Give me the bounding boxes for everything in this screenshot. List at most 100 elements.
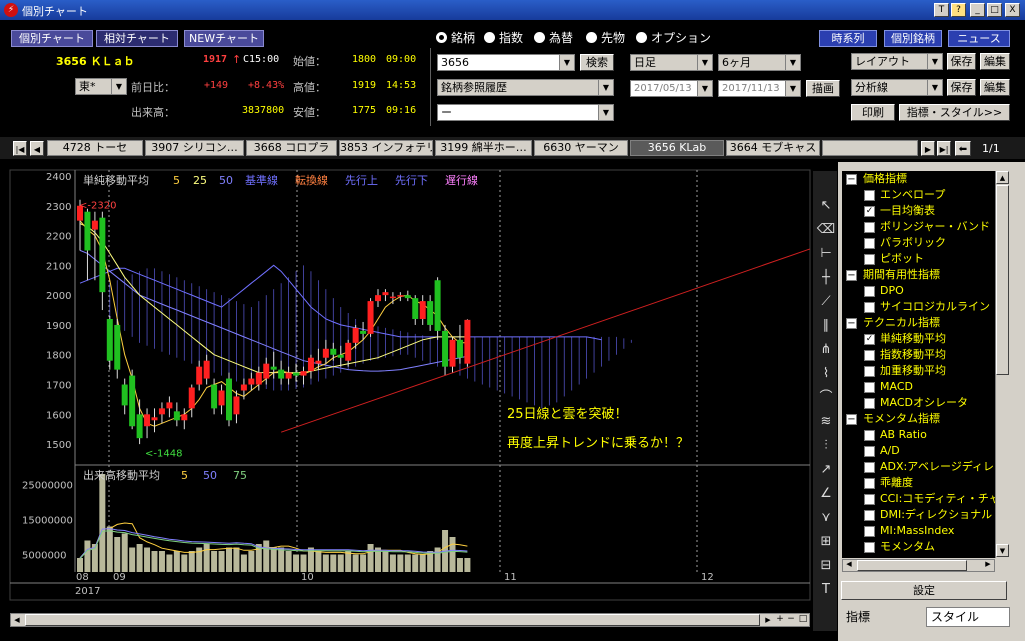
- tree-item[interactable]: 加重移動平均: [864, 363, 946, 379]
- symbol-tab[interactable]: 3664 モブキャス: [726, 140, 820, 156]
- time-series-button[interactable]: 時系列: [819, 30, 877, 47]
- chart-scroll-thumb[interactable]: [25, 614, 760, 626]
- symbol-tab[interactable]: 3668 コロプラ: [246, 140, 337, 156]
- checkbox-icon[interactable]: [864, 429, 875, 441]
- scroll-down-icon[interactable]: ▼: [996, 544, 1009, 557]
- checkbox-icon[interactable]: [864, 253, 875, 265]
- angle-icon[interactable]: ∠: [816, 484, 836, 504]
- eraser-icon[interactable]: ⌫: [816, 220, 836, 240]
- scroll-right-icon[interactable]: ▶: [982, 560, 994, 571]
- settings-button[interactable]: 設定: [841, 581, 1007, 600]
- text-icon[interactable]: T: [816, 580, 836, 600]
- period-select[interactable]: 日足 ▼: [630, 54, 713, 71]
- help-button[interactable]: ?: [951, 3, 966, 17]
- date-from-input[interactable]: 2017/05/13 ▼: [630, 80, 713, 97]
- checkbox-icon[interactable]: [864, 221, 875, 233]
- hscroll-thumb[interactable]: [857, 560, 967, 571]
- radio-4[interactable]: オプション: [636, 29, 711, 46]
- indicator-style-button[interactable]: 指標・スタイル>>: [899, 104, 1010, 121]
- zoom-in-icon[interactable]: +: [775, 614, 785, 626]
- symbol-input[interactable]: 3656 ▼: [437, 54, 575, 71]
- ray-icon[interactable]: ↗: [816, 460, 836, 480]
- checkbox-icon[interactable]: [864, 397, 875, 409]
- radio-2[interactable]: 為替: [534, 29, 573, 46]
- individual-stock-button[interactable]: 個別銘柄: [884, 30, 942, 47]
- checkbox-icon[interactable]: [864, 445, 875, 457]
- collapse-icon[interactable]: −: [846, 269, 857, 281]
- minimize-button[interactable]: _: [970, 3, 985, 17]
- checkbox-icon[interactable]: [864, 477, 875, 489]
- layout-select[interactable]: レイアウト ▼: [851, 53, 943, 70]
- chart-hscrollbar[interactable]: ◀ ▶ + − □: [10, 613, 810, 627]
- tool-t-button[interactable]: T: [934, 3, 949, 17]
- tab-style[interactable]: スタイル: [926, 607, 1010, 627]
- tree-item[interactable]: ✓ 単純移動平均: [864, 331, 946, 347]
- checkbox-icon[interactable]: [864, 189, 875, 201]
- tree-item[interactable]: DPO: [864, 283, 904, 299]
- tree-vscrollbar[interactable]: ▲ ▼: [995, 171, 1009, 558]
- parallel-line-icon[interactable]: ∥: [816, 316, 836, 336]
- tree-item[interactable]: 指数移動平均: [864, 347, 946, 363]
- pitchfork-icon[interactable]: ⋎: [816, 508, 836, 528]
- checkbox-icon[interactable]: [864, 509, 875, 521]
- checkbox-icon[interactable]: [864, 285, 875, 297]
- tree-hscrollbar[interactable]: ◀ ▶: [842, 559, 995, 572]
- tree-item[interactable]: 乖離度: [864, 475, 913, 491]
- symbol-tab[interactable]: 3907 シリコン…: [145, 140, 244, 156]
- checkbox-icon[interactable]: [864, 525, 875, 537]
- price-volume-chart[interactable]: 2400 2300 2200 2100 2000 1900 1800 1700 1600 1500…: [0, 162, 838, 640]
- checkbox-checked-icon[interactable]: ✓: [864, 205, 875, 217]
- symbol-tab[interactable]: 6630 ヤーマン: [534, 140, 628, 156]
- radio-0[interactable]: 銘柄: [436, 29, 475, 46]
- symbol-tab[interactable]: 4728 トーセ: [47, 140, 143, 156]
- tab-indicator[interactable]: 指標: [840, 607, 922, 627]
- tree-item[interactable]: ADX:アベレージディレ: [864, 459, 994, 475]
- last-tab-icon[interactable]: ▶|: [937, 141, 951, 156]
- tree-group[interactable]: − 価格指標: [846, 171, 907, 187]
- tree-item[interactable]: MI:MassIndex: [864, 523, 954, 539]
- next-tab-icon[interactable]: ▶: [921, 141, 935, 156]
- tree-item[interactable]: サイコロジカルライン: [864, 299, 990, 315]
- radio-1[interactable]: 指数: [484, 29, 523, 46]
- scroll-up-icon[interactable]: ▲: [996, 171, 1009, 184]
- channel-icon[interactable]: ≋: [816, 412, 836, 432]
- analysis-save-button[interactable]: 保存: [947, 79, 976, 96]
- prev-tab-icon[interactable]: ◀: [30, 141, 44, 156]
- tree-item[interactable]: DMI:ディレクショナル: [864, 507, 992, 523]
- scroll-right-icon[interactable]: ▶: [763, 614, 773, 626]
- fan-icon[interactable]: ⌇: [816, 364, 836, 384]
- tree-item[interactable]: パラボリック: [864, 235, 946, 251]
- gann-icon[interactable]: ⊞: [816, 532, 836, 552]
- market-select[interactable]: 東* ▼: [75, 78, 127, 95]
- scroll-left-icon[interactable]: ◀: [843, 560, 855, 571]
- tab-individual-chart[interactable]: 個別チャート: [11, 30, 93, 47]
- checkbox-icon[interactable]: [864, 461, 875, 473]
- history-select[interactable]: 銘柄参照履歴 ▼: [437, 79, 614, 96]
- layout-save-button[interactable]: 保存: [947, 53, 976, 70]
- arc-icon[interactable]: ⌒: [816, 388, 836, 408]
- measure-icon[interactable]: ⊟: [816, 556, 836, 576]
- fibonacci-icon[interactable]: ⋔: [816, 340, 836, 360]
- checkbox-icon[interactable]: [864, 349, 875, 361]
- tree-item[interactable]: ✓ 一目均衡表: [864, 203, 935, 219]
- arrow-cursor-icon[interactable]: ↖: [816, 196, 836, 216]
- range-select[interactable]: 6ヶ月 ▼: [718, 54, 801, 71]
- tree-item[interactable]: ボリンジャー・バンド: [864, 219, 990, 235]
- tree-item[interactable]: モメンタム: [864, 539, 935, 555]
- tree-item[interactable]: ピボット: [864, 251, 924, 267]
- collapse-icon[interactable]: −: [846, 317, 857, 329]
- checkbox-icon[interactable]: [864, 493, 875, 505]
- scroll-left-icon[interactable]: ◀: [11, 614, 23, 626]
- tree-group[interactable]: − テクニカル指標: [846, 315, 940, 331]
- first-tab-icon[interactable]: |◀: [13, 141, 27, 156]
- symbol-tab[interactable]: 3853 インフォテリ: [339, 140, 433, 156]
- tree-item[interactable]: MACD: [864, 379, 913, 395]
- checkbox-checked-icon[interactable]: ✓: [864, 333, 875, 345]
- tree-item[interactable]: AB Ratio: [864, 427, 927, 443]
- tree-group[interactable]: − 期間有用性指標: [846, 267, 940, 283]
- news-button[interactable]: ニュース: [948, 30, 1010, 47]
- checkbox-icon[interactable]: [864, 301, 875, 313]
- maximize-button[interactable]: □: [987, 3, 1002, 17]
- checkbox-icon[interactable]: [864, 365, 875, 377]
- tab-new-chart[interactable]: NEWチャート: [184, 30, 264, 47]
